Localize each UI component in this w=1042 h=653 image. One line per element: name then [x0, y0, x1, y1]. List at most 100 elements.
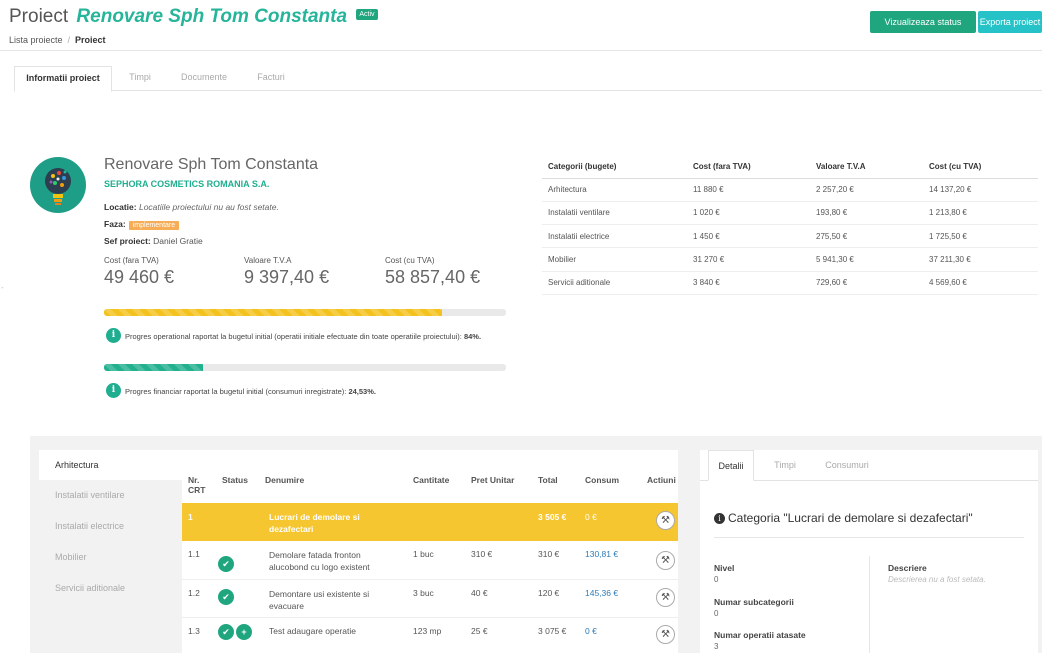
ops-row[interactable] [182, 580, 678, 618]
budget-cell: 2 257,20 € [810, 178, 923, 202]
budget-cell: 1 450 € [687, 224, 810, 249]
project-location: Locatie: Locatiile proiectului nu au fos… [104, 202, 279, 212]
budget-cell: 14 137,20 € [923, 178, 1038, 202]
ops-row-nr: 1.1 [188, 549, 200, 559]
details-heading: i Categoria "Lucrari de demolare si dezaf… [714, 511, 973, 525]
info-circle-icon: i [714, 513, 725, 524]
ops-col-nr: Nr. CRT [188, 475, 206, 495]
ops-col-pret-unitar: Pret Unitar [471, 475, 515, 485]
ops-row[interactable] [182, 541, 678, 580]
budget-cell: Instalatii electrice [542, 224, 687, 249]
details-divider [714, 537, 1024, 538]
ops-count-value: 3 [714, 642, 719, 651]
details-column-divider [869, 556, 870, 653]
budget-cell: 729,60 € [810, 271, 923, 295]
budget-cell: 5 941,30 € [810, 247, 923, 272]
cost-cu-tva-label: Cost (cu TVA) [385, 256, 435, 265]
budget-cell: 1 213,80 € [923, 201, 1038, 226]
budget-cell: 1 725,50 € [923, 224, 1038, 249]
category-nav-instalatii-ventilare[interactable]: Instalatii ventilare [39, 480, 182, 511]
subcat-value: 0 [714, 609, 719, 618]
budget-cell: 11 880 € [687, 178, 810, 202]
tab-timpi[interactable]: Timpi [116, 66, 164, 91]
details-tab-consumuri[interactable]: Consumuri [816, 450, 878, 480]
phase-label: Faza: [104, 219, 126, 229]
operational-progress-bar [104, 309, 506, 316]
details-tab-detalii[interactable]: Detalii [708, 450, 754, 481]
financial-progress-fill [104, 364, 203, 371]
budget-cell: 1 020 € [687, 201, 810, 226]
ops-col-total: Total [538, 475, 558, 485]
ops-row-pret: 25 € [471, 626, 488, 636]
category-nav-servicii-aditionale[interactable]: Servicii aditionale [39, 573, 182, 604]
category-nav-instalatii-electrice[interactable]: Instalatii electrice [39, 511, 182, 542]
title-prefix: Proiect [9, 6, 69, 27]
ops-row-consum-link[interactable]: 0 € [585, 626, 597, 636]
tab-informatii-proiect[interactable]: Informatii proiect [14, 66, 112, 92]
wrench-icon[interactable]: ⚒ [656, 551, 675, 570]
info-icon: i [106, 383, 121, 398]
ops-row-total: 310 € [538, 549, 560, 559]
check-icon: ✔ [218, 589, 234, 605]
subcat-label: Numar subcategorii [714, 597, 794, 607]
desc-label: Descriere [888, 563, 927, 573]
budget-cell: 193,80 € [810, 201, 923, 226]
ops-row-cantitate: 123 mp [413, 626, 442, 636]
ops-group-row[interactable] [182, 503, 678, 541]
ops-row-pret: 310 € [471, 549, 493, 559]
financial-progress-value: 24,53%. [348, 387, 376, 396]
budget-cell: 275,50 € [810, 224, 923, 249]
category-nav-mobilier[interactable]: Mobilier [39, 542, 182, 573]
financial-progress-bar [104, 364, 506, 371]
breadcrumb-current: Proiect [75, 35, 106, 45]
breadcrumb-separator: / [67, 35, 71, 45]
ops-row-denumire: Demontare usi existente si evacuare [269, 589, 370, 611]
cost-fara-tva-value: 49 460 € [104, 267, 175, 287]
budget-cell: 4 569,60 € [923, 271, 1038, 295]
ops-group-consum: 0 € [585, 512, 597, 522]
desc-value: Descrierea nu a fost setata. [888, 575, 986, 584]
tab-documente[interactable]: Documente [174, 66, 234, 91]
ops-col-denumire: Denumire [265, 475, 305, 485]
category-nav: Arhitectura Instalatii ventilare Instala… [39, 450, 182, 653]
export-project-button[interactable]: Exporta proiect [978, 11, 1042, 33]
breadcrumb: Lista proiecte / Proiect [9, 35, 106, 45]
tab-facturi[interactable]: Facturi [246, 66, 296, 91]
valoare-tva-label: Valoare T.V.A [244, 256, 292, 265]
manager-value: Daniel Gratie [153, 236, 203, 246]
budget-cell: Instalatii ventilare [542, 201, 687, 226]
info-icon: i [106, 328, 121, 343]
wrench-icon[interactable]: ⚒ [656, 625, 675, 644]
ops-row-consum-link[interactable]: 130,81 € [585, 549, 618, 559]
details-heading-text: Categoria "Lucrari de demolare si dezafe… [728, 511, 973, 525]
breadcrumb-parent-link[interactable]: Lista proiecte [9, 35, 63, 45]
details-tab-timpi[interactable]: Timpi [762, 450, 808, 480]
add-icon[interactable]: + [236, 624, 252, 640]
ops-col-cantitate: Cantitate [413, 475, 450, 485]
budget-cell: Servicii aditionale [542, 271, 687, 295]
budget-row: Arhitectura 11 880 €2 257,20 €14 137,20 € [542, 178, 1038, 202]
category-nav-arhitectura[interactable]: Arhitectura [39, 450, 182, 480]
project-phase: Faza: implementare [104, 219, 180, 230]
ops-row-nr: 1.3 [188, 626, 200, 636]
wrench-icon[interactable]: ⚒ [656, 511, 675, 530]
ops-row-pret: 40 € [471, 588, 488, 598]
ops-row-consum-link[interactable]: 145,36 € [585, 588, 618, 598]
ops-group-denumire: Lucrari de demolare si dezafectari [269, 512, 360, 534]
wrench-icon[interactable]: ⚒ [656, 588, 675, 607]
operational-progress-value: 84%. [463, 332, 482, 341]
budget-table: Categorii (bugete) Cost (fara TVA) Valoa… [542, 156, 1038, 295]
ops-col-consum: Consum [585, 475, 619, 485]
budget-row: Instalatii electrice 1 450 €275,50 €1 725… [542, 224, 1038, 249]
ops-row-total: 3 075 € [538, 626, 567, 636]
ops-col-status: Status [222, 475, 248, 485]
ops-row-cantitate: 1 buc [413, 549, 434, 559]
project-tabs: Informatii proiect Timpi Documente Factu… [14, 66, 1042, 92]
budget-col-valoare-tva: Valoare T.V.A [810, 156, 923, 179]
ops-col-actiuni: Actiuni [647, 475, 676, 485]
ops-row-denumire: Demolare fatada fronton alucobond cu log… [269, 550, 370, 572]
view-status-button[interactable]: Vizualizeaza status proiect [870, 11, 976, 49]
budget-col-cost-cu-tva: Cost (cu TVA) [923, 156, 1038, 179]
project-name: Renovare Sph Tom Constanta [104, 156, 319, 173]
valoare-tva-value: 9 397,40 € [244, 267, 330, 287]
